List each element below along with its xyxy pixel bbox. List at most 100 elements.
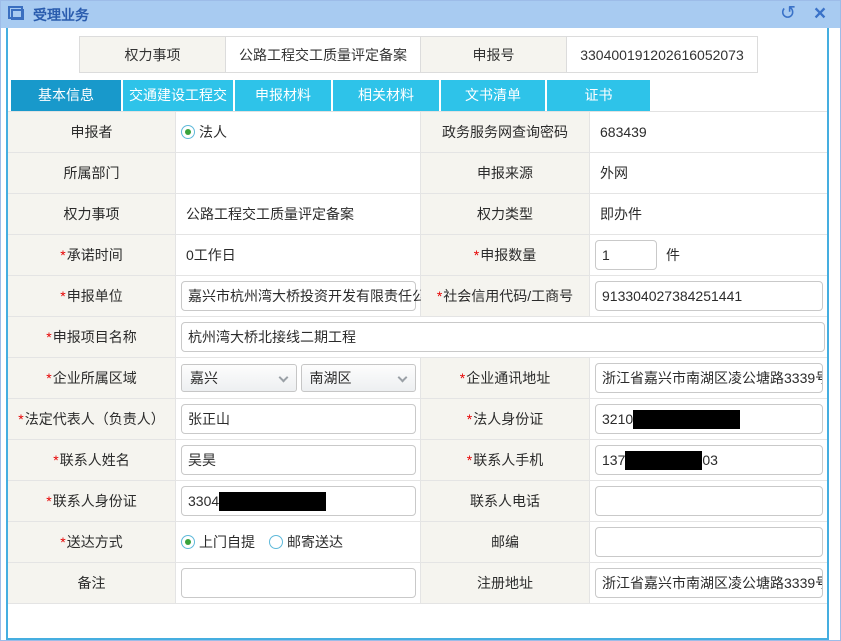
legal-person-radio[interactable] [181,125,195,139]
department-label-text: 所属部门 [64,163,120,183]
company-address-input[interactable]: 浙江省嘉兴市南湖区凌公塘路3339号（嘉 [595,363,823,393]
project-name-value: 杭州湾大桥北接线二期工程 [188,327,356,347]
credit-code-input[interactable]: 913304027384251441 [595,281,823,311]
postcode-field [590,522,827,563]
power-item-header-value: 公路工程交工质量评定备案 [225,36,421,73]
region-district-select[interactable]: 南湖区 [301,364,417,392]
required-marker: * [60,247,65,263]
delivery-field: 上门自提 邮寄送达 [176,522,421,563]
contact-mobile-prefix: 137 [602,452,625,468]
delivery-mail-radio[interactable] [269,535,283,549]
contact-phone-label: 联系人电话 [421,481,590,522]
required-marker: * [18,411,23,427]
reg-address-label: 注册地址 [421,563,590,604]
declare-number-value: 330400191202616052073 [566,36,758,73]
postcode-input[interactable] [595,527,823,557]
quantity-field: 1 件 [590,235,827,276]
contact-name-label: *联系人姓名 [8,440,176,481]
project-name-label: *申报项目名称 [8,317,176,358]
redaction-block [625,451,702,470]
declare-source-field: 外网 [590,153,827,194]
redaction-block [219,492,326,511]
power-item-header-label: 权力事项 [79,36,226,73]
required-marker: * [53,452,58,468]
remark-label: 备注 [8,563,176,604]
declare-unit-field: 嘉兴市杭州湾大桥投资开发有限责任公司 [176,276,421,317]
redaction-block [633,410,740,429]
power-type-field: 即办件 [590,194,827,235]
required-marker: * [60,534,65,550]
delivery-pickup-radio[interactable] [181,535,195,549]
tab-declare-materials[interactable]: 申报材料 [235,80,331,111]
declare-source-value: 外网 [595,163,628,183]
department-label: 所属部门 [8,153,176,194]
tab-document-list[interactable]: 文书清单 [441,80,545,111]
accept-business-window: 受理业务 ↺ × 权力事项 公路工程交工质量评定备案 申报号 330400191… [0,0,841,641]
reg-address-input[interactable]: 浙江省嘉兴市南湖区凌公塘路3339号（嘉 [595,568,823,598]
company-address-field: 浙江省嘉兴市南湖区凌公塘路3339号（嘉 [590,358,827,399]
delivery-label-text: 送达方式 [67,532,123,552]
credit-code-value: 913304027384251441 [602,288,742,304]
gov-password-label-text: 政务服务网查询密码 [442,122,568,142]
declare-unit-value: 嘉兴市杭州湾大桥投资开发有限责任公司 [188,286,440,306]
tab-basic-info[interactable]: 基本信息 [11,80,121,111]
legal-person-input[interactable]: 张正山 [181,404,416,434]
quantity-value: 1 [602,247,610,263]
region-city-select[interactable]: 嘉兴 [181,364,297,392]
contact-mobile-input[interactable]: 137 03 [595,445,823,475]
required-marker: * [460,370,465,386]
declare-unit-input[interactable]: 嘉兴市杭州湾大桥投资开发有限责任公司 [181,281,416,311]
promise-time-value: 0工作日 [181,245,236,265]
region-city-value: 嘉兴 [190,368,218,388]
contact-id-label-text: 联系人身份证 [53,491,137,511]
refresh-icon[interactable]: ↺ [776,1,800,28]
declarer-field: 法人 [176,112,421,153]
tab-certificate[interactable]: 证书 [547,80,650,111]
close-icon[interactable]: × [808,1,832,28]
tab-traffic-construction[interactable]: 交通建设工程交 [123,80,233,111]
gov-password-label: 政务服务网查询密码 [421,112,590,153]
project-name-field: 杭州湾大桥北接线二期工程 [176,317,827,358]
promise-time-label-text: 承诺时间 [67,245,123,265]
project-name-input[interactable]: 杭州湾大桥北接线二期工程 [181,322,825,352]
quantity-input[interactable]: 1 [595,240,657,270]
contact-mobile-label: *联系人手机 [421,440,590,481]
contact-id-prefix: 3304 [188,493,219,509]
contact-phone-input[interactable] [595,486,823,516]
gov-password-value: 683439 [595,124,647,140]
header-row: 权力事项 公路工程交工质量评定备案 申报号 330400191202616052… [79,36,758,73]
declare-number-label: 申报号 [420,36,567,73]
contact-id-input[interactable]: 3304 [181,486,416,516]
legal-person-label-text: 法定代表人（负责人） [25,409,165,429]
declare-unit-label: *申报单位 [8,276,176,317]
required-marker: * [46,370,51,386]
remark-field [176,563,421,604]
content-panel: 权力事项 公路工程交工质量评定备案 申报号 330400191202616052… [6,28,829,640]
contact-id-label: *联系人身份证 [8,481,176,522]
promise-time-field: 0工作日 [176,235,421,276]
declare-source-label: 申报来源 [421,153,590,194]
power-type-label-text: 权力类型 [477,204,533,224]
reg-address-value: 浙江省嘉兴市南湖区凌公塘路3339号（嘉 [602,573,823,593]
region-field: 嘉兴 南湖区 [176,358,421,399]
legal-id-input[interactable]: 3210 [595,404,823,434]
contact-name-input[interactable]: 吴昊 [181,445,416,475]
tab-related-materials[interactable]: 相关材料 [333,80,439,111]
required-marker: * [474,247,479,263]
region-label: *企业所属区域 [8,358,176,399]
legal-person-radio-label: 法人 [199,122,227,142]
delivery-label: *送达方式 [8,522,176,563]
declare-unit-label-text: 申报单位 [67,286,123,306]
legal-person-value: 张正山 [188,409,230,429]
remark-input[interactable] [181,568,416,598]
contact-name-label-text: 联系人姓名 [60,450,130,470]
required-marker: * [46,329,51,345]
power-item-label-text: 权力事项 [64,204,120,224]
reg-address-field: 浙江省嘉兴市南湖区凌公塘路3339号（嘉 [590,563,827,604]
chevron-down-icon [398,373,408,383]
legal-person-field: 张正山 [176,399,421,440]
credit-code-field: 913304027384251441 [590,276,827,317]
required-marker: * [437,288,442,304]
postcode-label: 邮编 [421,522,590,563]
chevron-down-icon [278,373,288,383]
